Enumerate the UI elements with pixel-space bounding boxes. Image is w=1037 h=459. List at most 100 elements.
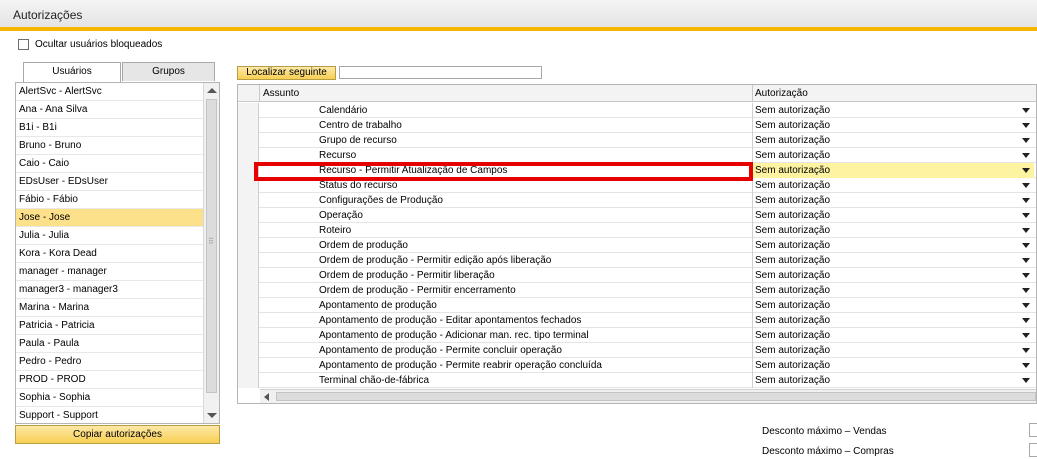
row-header[interactable] [238, 133, 259, 148]
dropdown-arrow-icon[interactable] [1022, 288, 1030, 293]
scroll-up-icon[interactable] [207, 88, 217, 93]
row-header[interactable] [238, 268, 259, 283]
row-header[interactable] [238, 343, 259, 358]
authorization-select[interactable]: Sem autorização [752, 208, 1034, 223]
authorization-select[interactable]: Sem autorização [752, 373, 1034, 388]
dropdown-arrow-icon[interactable] [1022, 138, 1030, 143]
authorization-select[interactable]: Sem autorização [752, 163, 1034, 178]
row-header[interactable] [238, 103, 259, 118]
authorization-select[interactable]: Sem autorização [752, 133, 1034, 148]
row-header[interactable] [238, 358, 259, 373]
find-input[interactable] [339, 66, 542, 79]
row-header[interactable] [238, 148, 259, 163]
user-list-item[interactable]: EDsUser - EDsUser [16, 173, 203, 191]
dropdown-arrow-icon[interactable] [1022, 243, 1030, 248]
grid-row[interactable]: Recurso Sem autorização [238, 148, 1036, 163]
dropdown-arrow-icon[interactable] [1022, 258, 1030, 263]
hide-blocked-checkbox[interactable] [18, 38, 29, 50]
grid-row[interactable]: Terminal chão-de-fábrica Sem autorização [238, 373, 1036, 388]
authorization-select[interactable]: Sem autorização [752, 253, 1034, 268]
grid-row[interactable]: Ordem de produção - Permitir liberação Se… [238, 268, 1036, 283]
user-list-item[interactable]: Patricia - Patricia [16, 317, 203, 335]
grid-row[interactable]: Apontamento de produção - Editar apontam… [238, 313, 1036, 328]
scroll-left-icon[interactable] [264, 393, 269, 401]
max-discount-sales-field[interactable] [1029, 423, 1037, 437]
dropdown-arrow-icon[interactable] [1022, 198, 1030, 203]
dropdown-arrow-icon[interactable] [1022, 333, 1030, 338]
row-header[interactable] [238, 253, 259, 268]
authorization-select[interactable]: Sem autorização [752, 268, 1034, 283]
row-header[interactable] [238, 283, 259, 298]
find-next-button[interactable]: Localizar seguinte [237, 66, 336, 80]
grid-horizontal-scrollbar[interactable] [260, 389, 1036, 403]
authorization-select[interactable]: Sem autorização [752, 103, 1034, 118]
user-list-item[interactable]: Pedro - Pedro [16, 353, 203, 371]
row-header[interactable] [238, 208, 259, 223]
authorization-select[interactable]: Sem autorização [752, 238, 1034, 253]
dropdown-arrow-icon[interactable] [1022, 318, 1030, 323]
tab-groups[interactable]: Grupos [122, 62, 215, 81]
user-list-item[interactable]: Paula - Paula [16, 335, 203, 353]
dropdown-arrow-icon[interactable] [1022, 213, 1030, 218]
user-list-item[interactable]: Kora - Kora Dead [16, 245, 203, 263]
grid-row[interactable]: Configurações de Produção Sem autorização [238, 193, 1036, 208]
user-list-item[interactable]: Marina - Marina [16, 299, 203, 317]
grid-row[interactable]: Ordem de produção - Permitir encerrament… [238, 283, 1036, 298]
user-list-item[interactable]: Sophia - Sophia [16, 389, 203, 407]
copy-authorizations-button[interactable]: Copiar autorizações [15, 425, 220, 444]
authorization-select[interactable]: Sem autorização [752, 223, 1034, 238]
dropdown-arrow-icon[interactable] [1022, 348, 1030, 353]
authorization-select[interactable]: Sem autorização [752, 193, 1034, 208]
authorization-select[interactable]: Sem autorização [752, 313, 1034, 328]
dropdown-arrow-icon[interactable] [1022, 183, 1030, 188]
row-header[interactable] [238, 118, 259, 133]
user-list-item[interactable]: Support - Support [16, 407, 203, 423]
row-header[interactable] [238, 373, 259, 388]
row-header[interactable] [238, 313, 259, 328]
authorization-select[interactable]: Sem autorização [752, 283, 1034, 298]
authorization-select[interactable]: Sem autorização [752, 298, 1034, 313]
user-list-item[interactable]: manager - manager [16, 263, 203, 281]
user-list-item[interactable]: AlertSvc - AlertSvc [16, 83, 203, 101]
grid-row[interactable]: Apontamento de produção - Permite reabri… [238, 358, 1036, 373]
grid-row[interactable]: Ordem de produção Sem autorização [238, 238, 1036, 253]
grid-row[interactable]: Roteiro Sem autorização [238, 223, 1036, 238]
user-list-item[interactable]: B1i - B1i [16, 119, 203, 137]
row-header[interactable] [238, 193, 259, 208]
row-header[interactable] [238, 328, 259, 343]
dropdown-arrow-icon[interactable] [1022, 228, 1030, 233]
authorization-select[interactable]: Sem autorização [752, 148, 1034, 163]
row-header[interactable] [238, 223, 259, 238]
authorization-select[interactable]: Sem autorização [752, 343, 1034, 358]
dropdown-arrow-icon[interactable] [1022, 378, 1030, 383]
dropdown-arrow-icon[interactable] [1022, 168, 1030, 173]
authorization-select[interactable]: Sem autorização [752, 358, 1034, 373]
user-list-item[interactable]: Bruno - Bruno [16, 137, 203, 155]
grid-row[interactable]: Calendário Sem autorização [238, 103, 1036, 118]
user-list-item[interactable]: Ana - Ana Silva [16, 101, 203, 119]
column-header-subject[interactable]: Assunto [263, 88, 299, 99]
dropdown-arrow-icon[interactable] [1022, 363, 1030, 368]
dropdown-arrow-icon[interactable] [1022, 153, 1030, 158]
grid-row[interactable]: Apontamento de produção - Adicionar man.… [238, 328, 1036, 343]
users-list-scroll-thumb[interactable] [206, 99, 217, 393]
dropdown-arrow-icon[interactable] [1022, 303, 1030, 308]
authorization-select[interactable]: Sem autorização [752, 328, 1034, 343]
row-header[interactable] [238, 238, 259, 253]
tab-users[interactable]: Usuários [23, 62, 121, 82]
row-header[interactable] [238, 298, 259, 313]
column-header-authorization[interactable]: Autorização [755, 88, 808, 99]
user-list-item[interactable]: Caio - Caio [16, 155, 203, 173]
grid-row[interactable]: Apontamento de produção Sem autorização [238, 298, 1036, 313]
user-list-item[interactable]: Julia - Julia [16, 227, 203, 245]
user-list-item[interactable]: manager3 - manager3 [16, 281, 203, 299]
user-list-item[interactable]: Jose - Jose [16, 209, 203, 227]
dropdown-arrow-icon[interactable] [1022, 108, 1030, 113]
dropdown-arrow-icon[interactable] [1022, 273, 1030, 278]
grid-row[interactable]: Ordem de produção - Permitir edição após… [238, 253, 1036, 268]
grid-row[interactable]: Centro de trabalho Sem autorização [238, 118, 1036, 133]
users-list-scrollbar[interactable]: ⠿ [203, 83, 219, 423]
user-list-item[interactable]: Fábio - Fábio [16, 191, 203, 209]
dropdown-arrow-icon[interactable] [1022, 123, 1030, 128]
user-list-item[interactable]: PROD - PROD [16, 371, 203, 389]
